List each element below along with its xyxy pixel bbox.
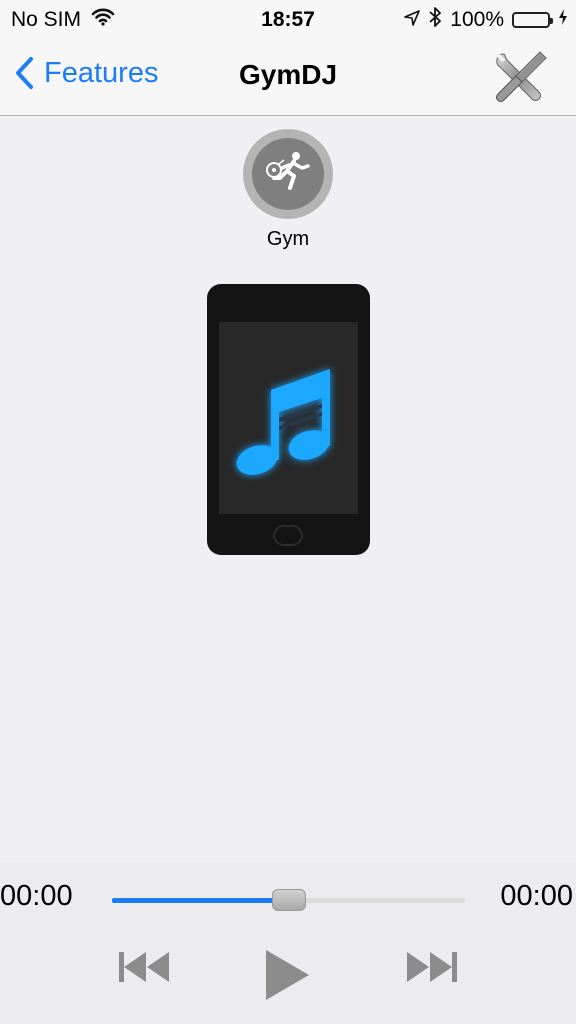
music-note-icon xyxy=(236,369,330,475)
charging-icon xyxy=(558,8,568,32)
play-icon xyxy=(266,950,309,1000)
runner-music-icon xyxy=(266,152,310,190)
fast-forward-icon xyxy=(407,952,457,982)
navigation-bar: Features GymDJ xyxy=(0,38,576,116)
fast-forward-button[interactable] xyxy=(406,952,458,987)
battery-percent: 100% xyxy=(450,8,504,31)
device-illustration xyxy=(207,284,370,555)
bluetooth-icon xyxy=(428,6,442,34)
current-time: 00:00 xyxy=(0,880,73,912)
profile-button[interactable] xyxy=(243,129,333,219)
rewind-icon xyxy=(119,952,169,982)
rewind-button[interactable] xyxy=(118,952,170,987)
device-screen xyxy=(219,322,358,514)
profile-label: Gym xyxy=(266,228,310,250)
device-home-button xyxy=(273,525,303,546)
location-icon xyxy=(404,8,421,32)
status-bar: No SIM 18:57 100% xyxy=(0,0,576,38)
battery-icon xyxy=(512,12,553,28)
tools-icon xyxy=(495,51,547,102)
play-button[interactable] xyxy=(265,950,309,1005)
slider-thumb[interactable] xyxy=(271,889,306,911)
progress-slider[interactable] xyxy=(112,889,465,911)
page-title: GymDJ xyxy=(238,59,338,90)
status-right: 100% xyxy=(396,6,568,34)
progress-fill xyxy=(112,898,289,903)
profile-inner xyxy=(252,138,324,210)
tools-button[interactable] xyxy=(492,48,550,106)
player-panel: 00:00 00:00 xyxy=(0,862,576,1024)
total-time: 00:00 xyxy=(500,880,573,912)
